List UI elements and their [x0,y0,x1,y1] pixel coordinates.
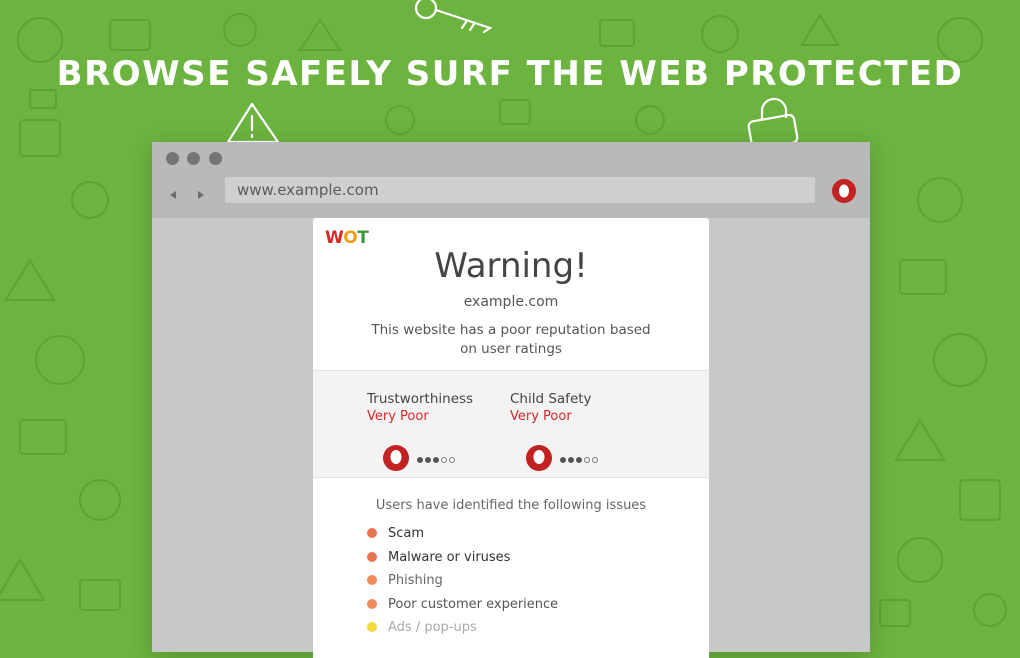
browser-titlebar [152,142,870,174]
window-close-dot[interactable] [166,152,179,165]
back-button[interactable] [166,188,180,202]
ratings-section: Trustworthiness Very Poor Child Safety V… [313,370,709,478]
rating-dots [417,457,455,463]
rating-dot-filled [425,457,431,463]
issue-dot [367,528,377,538]
logo-letter-o: O [343,228,358,248]
issue-item: Poor customer experience [367,595,558,613]
issue-dot [367,575,377,585]
issue-item: Phishing [367,571,443,589]
rating-dot-filled [576,457,582,463]
address-text: www.example.com [237,181,379,199]
rating-dot-filled [568,457,574,463]
issue-dot [367,622,377,632]
issue-item: Malware or viruses [367,548,510,566]
forward-button[interactable] [194,188,208,202]
rating-value: Very Poor [510,409,572,424]
warning-title: Warning! [434,246,588,286]
rating-dot-empty [449,457,455,463]
issue-dot [367,599,377,609]
issues-title: Users have identified the following issu… [375,498,647,513]
wot-logo: WOT [325,228,369,248]
wot-ring-icon [832,179,856,203]
rating-label: Trustworthiness [367,391,474,407]
rating-dot-filled [560,457,566,463]
rating-dot-filled [417,457,423,463]
rating-trustworthiness: Trustworthiness Very Poor [367,391,507,471]
issue-label: Phishing [388,572,443,588]
rating-dots [560,457,598,463]
rating-dot-empty [592,457,598,463]
alert-triangle-icon [226,102,280,144]
triangle-right-icon [198,191,204,199]
browser-toolbar: www.example.com [152,174,870,218]
warning-panel: WOT Warning! example.com This website ha… [313,218,709,658]
issue-label: Scam [388,525,425,541]
address-bar[interactable]: www.example.com [225,177,815,203]
browser-window: www.example.com WOT Warning! example.com… [152,142,870,658]
key-icon [414,0,493,34]
rating-dot-empty [441,457,447,463]
issue-label: Poor customer experience [388,596,559,612]
issue-label: Malware or viruses [388,549,511,565]
logo-letter-w: W [325,228,344,248]
issue-item: Scam [367,524,424,542]
rating-child-safety: Child Safety Very Poor [510,391,650,471]
padlock-icon [747,97,799,144]
reputation-ring-icon [526,445,552,471]
issue-item: Ads / pop-ups [367,618,477,636]
rating-dot-filled [433,457,439,463]
rating-label: Child Safety [510,391,592,407]
reputation-ring-icon [383,445,409,471]
issue-dot [367,552,377,562]
headline: BROWSE SAFELY SURF THE WEB PROTECTED [56,54,964,94]
triangle-left-icon [170,191,176,199]
wot-extension-button[interactable] [830,177,858,205]
warning-domain: example.com [463,294,559,310]
window-maximize-dot[interactable] [209,152,222,165]
rating-value: Very Poor [367,409,429,424]
window-minimize-dot[interactable] [187,152,200,165]
logo-letter-t: T [357,228,369,248]
issue-label: Ads / pop-ups [388,619,477,635]
warning-description: This website has a poor reputation based… [371,322,651,357]
rating-dot-empty [584,457,590,463]
